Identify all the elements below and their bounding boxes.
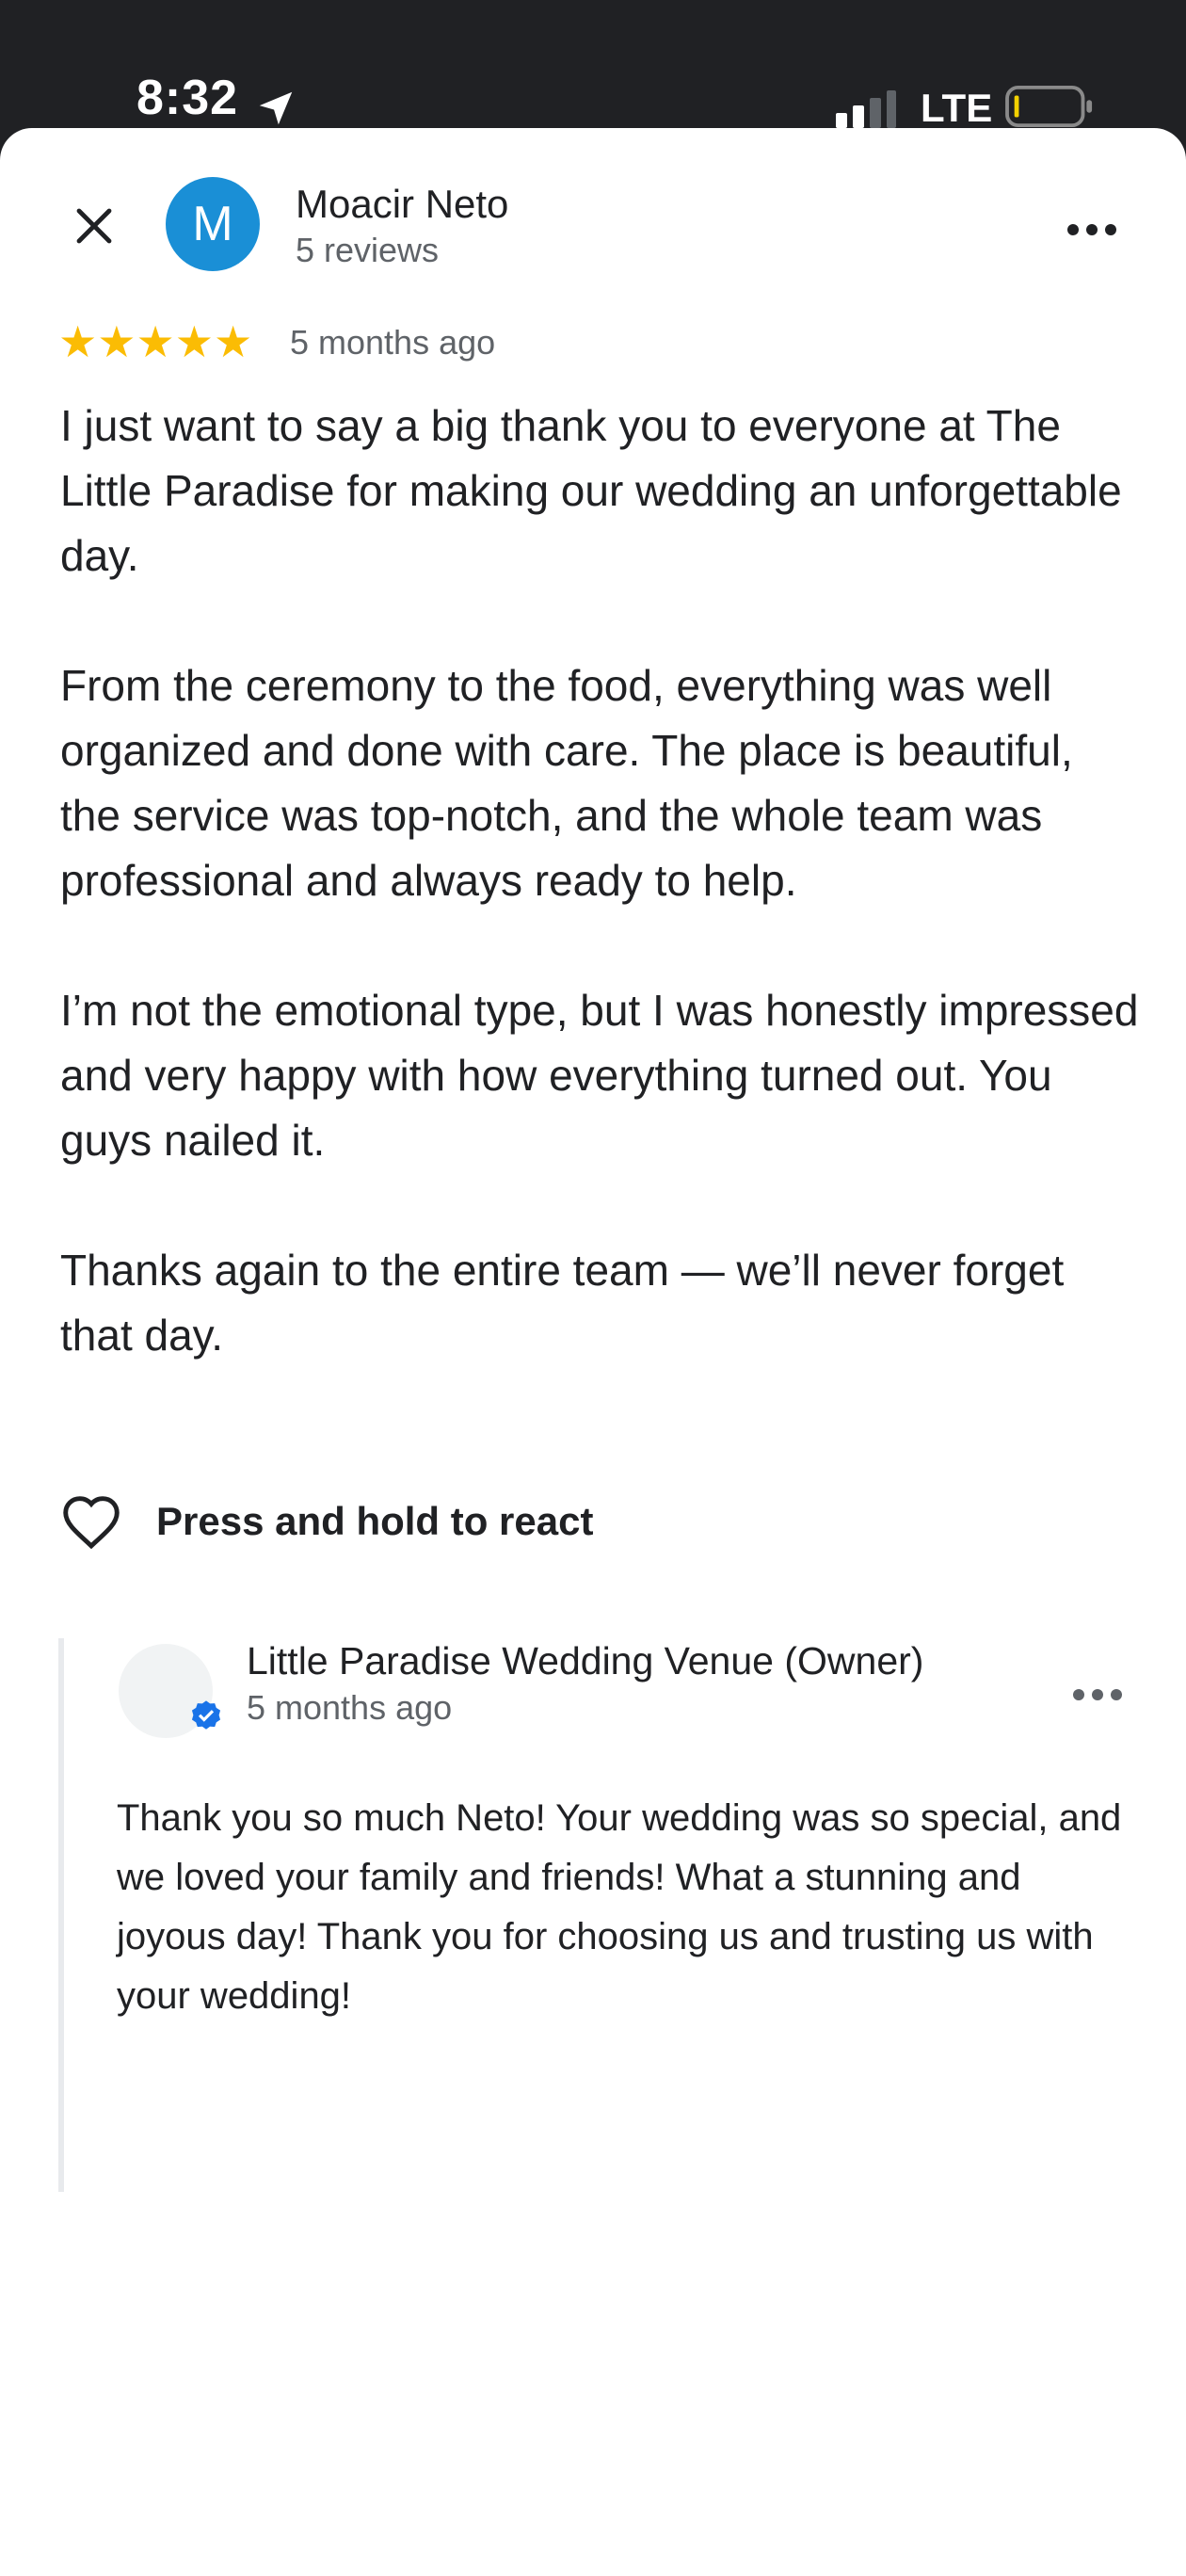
status-time: 8:32 [136,71,239,125]
owner-reply: Little Paradise Wedding Venue (Owner) 5 … [58,1638,1141,2192]
location-arrow-icon [259,91,293,125]
reviewer-name[interactable]: Moacir Neto [296,181,508,228]
more-options-button[interactable] [1054,201,1130,258]
owner-more-options-button[interactable] [1060,1666,1135,1723]
react-label: Press and hold to react [156,1499,594,1543]
more-icon [1073,1689,1122,1700]
close-icon [76,208,112,244]
react-button[interactable]: Press and hold to react [60,1484,593,1559]
signal-icon [836,90,896,128]
review-paragraph: I’m not the emotional type, but I was ho… [60,986,1139,1165]
review-detail-sheet: M Moacir Neto 5 reviews ★★★★★ 5 months a… [0,128,1186,2576]
star-rating: ★★★★★ [58,320,252,363]
reviewer-review-count: 5 reviews [296,231,440,269]
more-icon [1067,224,1116,235]
owner-name: Little Paradise Wedding Venue (Owner) [247,1639,924,1682]
verified-badge-icon [191,1700,221,1730]
review-date: 5 months ago [290,323,496,362]
review-paragraph: Thanks again to the entire team — we’ll … [60,1246,1065,1360]
stars-glyphs: ★★★★★ [58,317,253,366]
review-text: I just want to say a big thank you to ev… [60,394,1143,1433]
review-paragraph: I just want to say a big thank you to ev… [60,401,1122,580]
heart-icon [63,1496,120,1550]
owner-reply-date: 5 months ago [247,1688,453,1727]
review-paragraph: From the ceremony to the food, everythin… [60,661,1073,905]
battery-icon [1005,85,1093,128]
owner-reply-text: Thank you so much Neto! Your wedding was… [117,1797,1122,2017]
status-bar: 8:32 LTE [0,0,1186,132]
reviewer-avatar[interactable]: M [166,177,260,271]
network-label: LTE [921,86,993,130]
close-button[interactable] [56,188,132,264]
